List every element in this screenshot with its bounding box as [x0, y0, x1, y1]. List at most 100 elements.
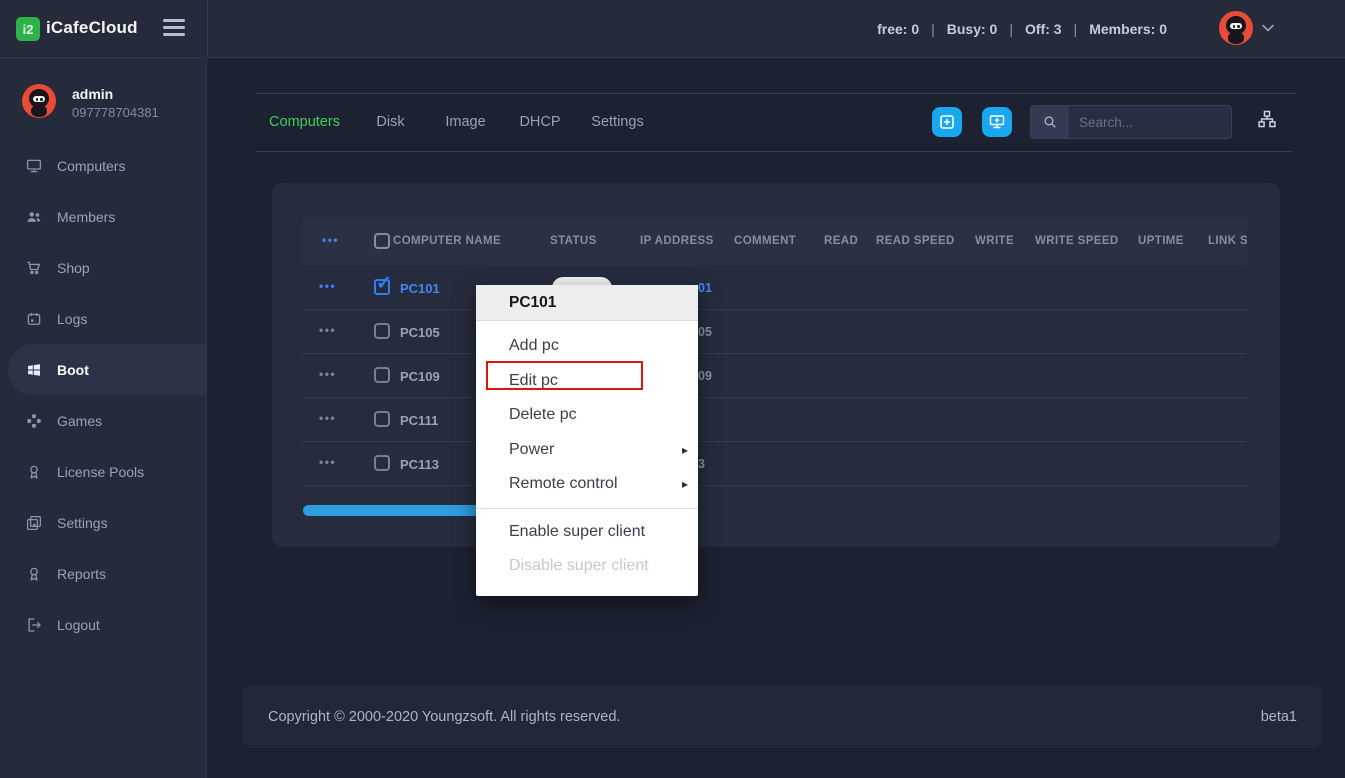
- tab-settings[interactable]: Settings: [577, 94, 658, 150]
- monitor-icon: [25, 157, 43, 175]
- row-checkbox[interactable]: [374, 367, 390, 383]
- table-row[interactable]: ••• PC101: [303, 266, 1247, 310]
- version-label: beta1: [1260, 708, 1297, 725]
- off-count: Off: 3: [1024, 21, 1062, 37]
- row-menu-icon[interactable]: •••: [319, 279, 336, 293]
- user-block: admin 097778704381: [0, 58, 207, 138]
- column-header[interactable]: READ: [824, 235, 858, 247]
- table-row[interactable]: ••• PC109: [303, 354, 1247, 398]
- tab-dhcp[interactable]: DHCP: [503, 94, 577, 150]
- sidebar-item-settings[interactable]: Settings: [0, 497, 207, 548]
- menu-item-add-pc[interactable]: Add pc: [476, 329, 698, 364]
- sidebar-item-computers[interactable]: Computers: [0, 140, 207, 191]
- tabs-bottom-border: [256, 151, 1293, 152]
- column-menu-icon[interactable]: •••: [322, 233, 339, 247]
- sidebar-item-label: Logs: [57, 310, 88, 327]
- sidebar-item-boot[interactable]: Boot: [8, 344, 207, 395]
- sidebar-item-license-pools[interactable]: License Pools: [0, 446, 207, 497]
- table-row[interactable]: ••• PC111: [303, 398, 1247, 442]
- chevron-down-icon[interactable]: [1262, 24, 1274, 32]
- sidebar-toggle-button[interactable]: [163, 19, 185, 39]
- busy-count: Busy: 0: [946, 21, 998, 37]
- user-avatar: [22, 84, 56, 118]
- table-row[interactable]: ••• PC105: [303, 310, 1247, 354]
- ip-address-fragment: 3: [698, 457, 705, 471]
- deploy-computer-button[interactable]: [982, 107, 1012, 137]
- search-box: [1030, 105, 1232, 139]
- computer-name-link[interactable]: PC101: [400, 281, 440, 296]
- column-header[interactable]: WRITE SPEED: [1035, 235, 1119, 247]
- brand-logo-icon: i2: [16, 17, 40, 41]
- computer-name-link[interactable]: PC105: [400, 325, 440, 340]
- menu-item-disable-super-client: Disable super client: [509, 557, 649, 575]
- submenu-arrow-icon: ▸: [681, 442, 688, 457]
- row-checkbox[interactable]: [374, 411, 390, 427]
- row-menu-icon[interactable]: •••: [319, 367, 336, 381]
- menu-item-enable-super-client[interactable]: Enable super client: [476, 515, 698, 550]
- sidebar-item-label: Computers: [57, 157, 126, 174]
- plus-square-icon: [940, 115, 954, 129]
- user-avatar[interactable]: [1219, 11, 1253, 45]
- ip-address-fragment: 05: [698, 325, 712, 339]
- header-divider: [207, 0, 208, 58]
- ip-address-fragment: 09: [698, 369, 712, 383]
- column-header[interactable]: READ SPEED: [876, 235, 955, 247]
- row-menu-icon[interactable]: •••: [319, 455, 336, 469]
- cart-icon: [25, 259, 43, 277]
- computer-name-link[interactable]: PC111: [400, 413, 438, 428]
- sidebar-item-logout[interactable]: Logout: [0, 599, 207, 650]
- computer-name-link[interactable]: PC113: [400, 457, 439, 472]
- menu-item-delete-pc[interactable]: Delete pc: [476, 398, 698, 433]
- status-counters: free: 0 | Busy: 0 | Off: 3 | Members: 0: [877, 21, 1167, 37]
- tab-image[interactable]: Image: [428, 94, 503, 150]
- network-sitemap-icon[interactable]: [1255, 108, 1279, 132]
- members-icon: [25, 208, 43, 226]
- sidebar-item-members[interactable]: Members: [0, 191, 207, 242]
- column-header[interactable]: IP ADDRESS: [640, 235, 714, 247]
- icafecloud-app: i2 iCafeCloud free: 0 | Busy: 0 | Off: 3…: [0, 0, 1345, 778]
- row-checkbox[interactable]: [374, 323, 390, 339]
- menu-item-power[interactable]: Power ▸: [476, 433, 698, 468]
- table-row[interactable]: ••• PC113: [303, 442, 1247, 486]
- sidebar-item-label: License Pools: [57, 463, 145, 480]
- select-all-checkbox[interactable]: [374, 233, 390, 249]
- sidebar-item-reports[interactable]: Reports: [0, 548, 207, 599]
- column-header[interactable]: COMMENT: [734, 235, 796, 247]
- column-header[interactable]: LINK SPEED: [1208, 235, 1247, 247]
- free-count: free: 0: [877, 21, 920, 37]
- context-menu-title: PC101: [476, 285, 698, 321]
- column-header[interactable]: WRITE: [975, 235, 1014, 247]
- submenu-arrow-icon: ▸: [681, 477, 688, 492]
- award-icon: [25, 565, 43, 583]
- column-header[interactable]: COMPUTER NAME: [393, 235, 501, 247]
- tab-disk[interactable]: Disk: [353, 94, 428, 150]
- add-pc-button[interactable]: [932, 107, 962, 137]
- row-menu-icon[interactable]: •••: [319, 323, 336, 337]
- tab-bar: Computers Disk Image DHCP Settings: [256, 94, 658, 150]
- menu-item-remote-control[interactable]: Remote control ▸: [476, 467, 698, 502]
- sidebar-item-label: Games: [57, 412, 103, 429]
- sidebar-item-label: Boot: [57, 361, 89, 378]
- row-checkbox[interactable]: [374, 455, 390, 471]
- top-header: i2 iCafeCloud free: 0 | Busy: 0 | Off: 3…: [0, 0, 1345, 58]
- sidebar-item-games[interactable]: Games: [0, 395, 207, 446]
- search-input[interactable]: [1069, 106, 1231, 138]
- menu-item-edit-pc[interactable]: Edit pc: [476, 364, 698, 399]
- tab-computers[interactable]: Computers: [256, 94, 353, 150]
- context-menu: PC101 Add pc Edit pc Delete pc Power ▸ Re…: [476, 285, 698, 596]
- sidebar-item-shop[interactable]: Shop: [0, 242, 207, 293]
- search-icon: [1031, 106, 1069, 138]
- row-menu-icon[interactable]: •••: [319, 411, 336, 425]
- members-count: Members: 0: [1089, 21, 1167, 37]
- sidebar-item-label: Settings: [57, 514, 108, 531]
- calendar-icon: [25, 310, 43, 328]
- copyright-text: Copyright © 2000-2020 Youngzsoft. All ri…: [268, 708, 621, 725]
- column-header[interactable]: UPTIME: [1138, 235, 1184, 247]
- monitor-plus-icon: [989, 115, 1005, 129]
- row-checkbox[interactable]: [374, 272, 392, 295]
- computer-name-link[interactable]: PC109: [400, 369, 440, 384]
- sidebar: admin 097778704381 Computers Members Sho…: [0, 58, 207, 778]
- column-header[interactable]: STATUS: [550, 235, 597, 247]
- sidebar-item-label: Shop: [57, 259, 90, 276]
- sidebar-item-logs[interactable]: Logs: [0, 293, 207, 344]
